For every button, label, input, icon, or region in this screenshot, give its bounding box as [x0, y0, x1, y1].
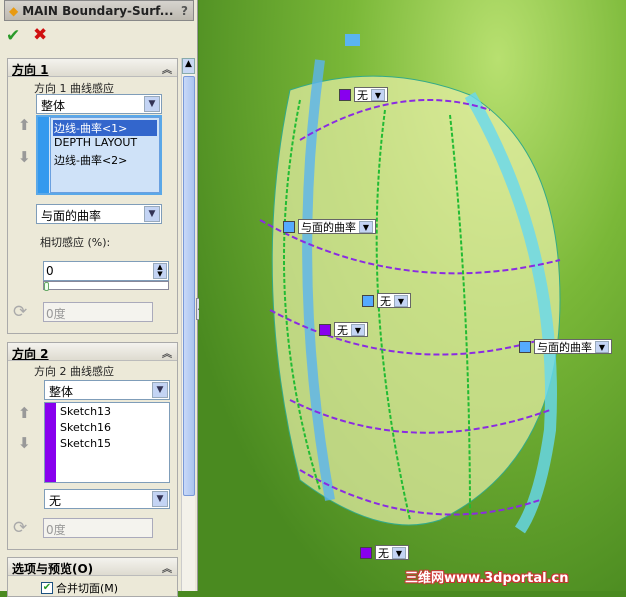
chevron-down-icon[interactable]: ▼: [392, 546, 406, 559]
boundary-surface-preview: [259, 34, 561, 534]
list-item[interactable]: 边线-曲率<2>: [53, 152, 157, 168]
collapse-icon[interactable]: ︽: [162, 61, 172, 76]
direction2-tangent-select[interactable]: 无 ▼: [44, 489, 170, 509]
connector-callout[interactable]: 无 ▼: [339, 87, 388, 102]
direction1-angle-input: 0度: [43, 302, 153, 322]
chevron-down-icon[interactable]: ▼: [394, 294, 408, 307]
direction1-mode-value: 整体: [41, 99, 66, 113]
direction2-mode-select[interactable]: 整体 ▼: [44, 380, 170, 400]
callout-value: 无: [378, 546, 389, 560]
direction2-mode-value: 整体: [49, 385, 74, 399]
direction2-curve-list[interactable]: Sketch13 Sketch16 Sketch15: [44, 402, 170, 483]
direction2-tangent-value: 无: [49, 494, 62, 508]
direction1-mode-select[interactable]: 整体 ▼: [36, 94, 162, 114]
help-button[interactable]: ?: [181, 4, 188, 18]
scroll-thumb[interactable]: [183, 76, 195, 496]
connector-callout[interactable]: 与面的曲率 ▼: [283, 219, 376, 234]
direction1-curve-list[interactable]: 边线-曲率<1> DEPTH LAYOUT 边线-曲率<2>: [36, 115, 162, 195]
options-header[interactable]: 选项与预览(O) ︽: [8, 558, 177, 576]
direction1-color-bar: [38, 117, 49, 193]
panel-scrollbar[interactable]: ▲: [181, 58, 195, 591]
chevron-down-icon[interactable]: ▼: [371, 88, 385, 101]
color-swatch: [362, 294, 374, 307]
direction1-title: 方向 1: [12, 63, 49, 77]
graphics-viewport[interactable]: 无 ▼ 与面的曲率 ▼ 无 ▼ 无 ▼ 与面的曲率 ▼ 无 ▼: [199, 0, 626, 591]
merge-tangent-label: 合并切面(M): [56, 582, 119, 595]
callout-value: 与面的曲率: [301, 220, 356, 234]
color-swatch: [339, 88, 351, 101]
move-down-icon[interactable]: ⬇: [18, 148, 31, 166]
feature-icon: ◆: [9, 3, 19, 18]
checkbox-check-icon[interactable]: ✔: [41, 582, 53, 594]
callout-value: 无: [337, 323, 348, 337]
collapse-icon[interactable]: ︽: [162, 345, 172, 360]
direction2-angle-input: 0度: [43, 518, 153, 538]
list-item[interactable]: 边线-曲率<1>: [53, 120, 157, 136]
scroll-up-button[interactable]: ▲: [182, 58, 195, 74]
list-item[interactable]: Sketch15: [59, 437, 167, 453]
rotate-icon: ⟳: [13, 518, 28, 538]
color-swatch: [519, 340, 531, 353]
property-manager: ◆ MAIN Boundary-Surf... ? ✔ ✖ 方向 1 ︽ 方向 1…: [0, 0, 198, 597]
tangent-slider[interactable]: [43, 281, 169, 291]
color-swatch: [283, 220, 295, 233]
connector-callout[interactable]: 无 ▼: [360, 545, 409, 560]
direction2-header[interactable]: 方向 2 ︽: [8, 343, 177, 361]
title-bar: ◆ MAIN Boundary-Surf... ?: [4, 0, 194, 21]
connector-callout[interactable]: 无 ▼: [362, 293, 411, 308]
move-up-icon[interactable]: ⬆: [18, 116, 31, 134]
direction2-label: 方向 2 曲线感应: [34, 365, 114, 378]
rotate-icon: ⟳: [13, 302, 28, 322]
ok-button[interactable]: ✔: [6, 26, 20, 46]
options-group: 选项与预览(O) ︽ ✔ 合并切面(M): [7, 557, 178, 597]
callout-value: 无: [357, 88, 368, 102]
color-swatch: [319, 323, 331, 336]
tangent-influence-input[interactable]: 0 ▲ ▼: [43, 261, 169, 281]
watermark: 三维网www.3dportal.cn: [405, 571, 569, 586]
callout-value: 无: [380, 294, 391, 308]
merge-tangent-checkbox[interactable]: ✔ 合并切面(M): [41, 580, 118, 596]
direction2-color-bar: [45, 403, 56, 482]
list-item[interactable]: DEPTH LAYOUT: [53, 136, 157, 152]
chevron-down-icon[interactable]: ▼: [595, 340, 609, 353]
move-up-icon[interactable]: ⬆: [18, 404, 31, 422]
spinner-icon[interactable]: ▲ ▼: [153, 263, 167, 279]
direction1-header[interactable]: 方向 1 ︽: [8, 59, 177, 77]
tangent-influence-value: 0: [46, 264, 54, 278]
connector-callout[interactable]: 与面的曲率 ▼: [519, 339, 612, 354]
direction2-title: 方向 2: [12, 347, 49, 361]
move-down-icon[interactable]: ⬇: [18, 434, 31, 452]
direction1-tangent-select[interactable]: 与面的曲率 ▼: [36, 204, 162, 224]
direction1-tangent-value: 与面的曲率: [41, 209, 102, 223]
chevron-down-icon[interactable]: ▼: [359, 220, 373, 233]
chevron-down-icon[interactable]: ▼: [152, 382, 168, 398]
color-swatch: [360, 546, 372, 559]
chevron-down-icon[interactable]: ▼: [144, 206, 160, 222]
window-title: MAIN Boundary-Surf...: [22, 3, 174, 18]
chevron-down-icon[interactable]: ▼: [144, 96, 160, 112]
chevron-down-icon[interactable]: ▼: [351, 323, 365, 336]
connector-callout[interactable]: 无 ▼: [319, 322, 368, 337]
callout-value: 与面的曲率: [537, 340, 592, 354]
tangent-influence-label: 相切感应 (%):: [40, 236, 111, 249]
cancel-button[interactable]: ✖: [33, 25, 47, 45]
collapse-icon[interactable]: ︽: [162, 560, 172, 575]
slider-thumb[interactable]: [44, 282, 49, 291]
options-title: 选项与预览(O): [12, 562, 94, 576]
list-item[interactable]: Sketch16: [59, 421, 167, 437]
list-item[interactable]: Sketch13: [59, 405, 167, 421]
chevron-down-icon[interactable]: ▼: [152, 491, 168, 507]
